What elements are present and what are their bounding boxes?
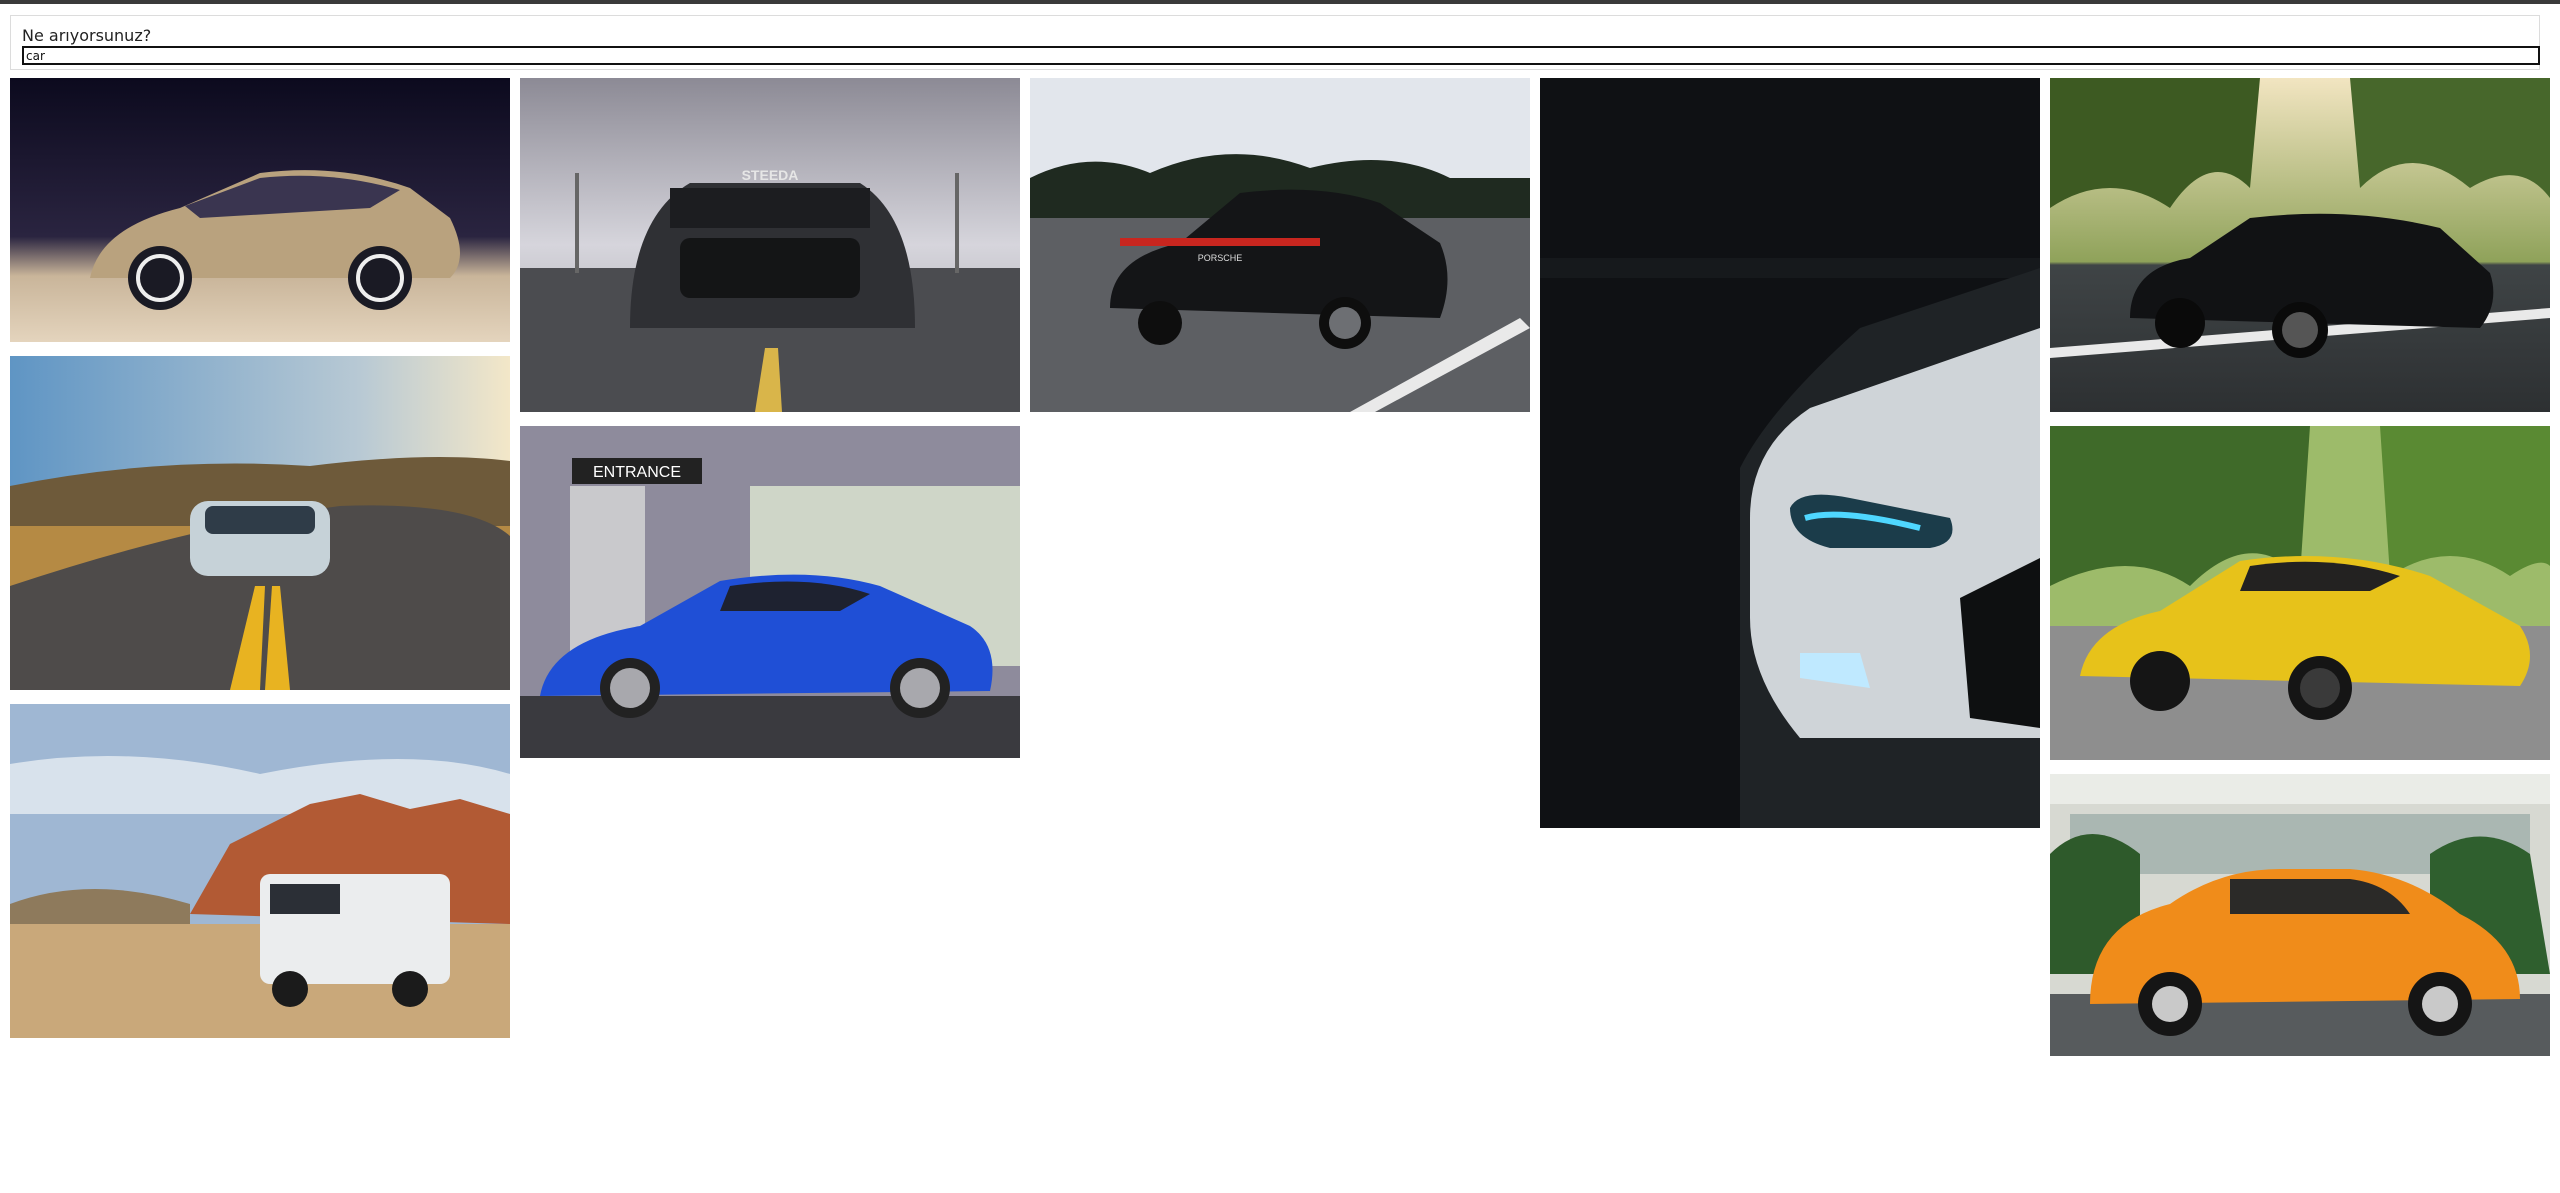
blue-coupe-entrance-photo[interactable]: ENTRANCE [520, 426, 1020, 758]
black-mustang-parking-photo[interactable] [2050, 78, 2550, 412]
nissan-gtr-road-photo[interactable] [10, 356, 510, 690]
search-label: Ne arıyorsunuz? [22, 26, 152, 45]
concept-sketch-car-photo[interactable] [10, 78, 510, 342]
svg-text:STEEDA: STEEDA [742, 167, 799, 183]
porsche-panamera-photo[interactable]: PORSCHE [1030, 78, 1530, 412]
search-input[interactable] [22, 46, 2540, 65]
top-border-bar [0, 0, 2560, 4]
orange-beetle-photo[interactable] [2050, 774, 2550, 1056]
black-mustang-front-photo[interactable]: STEEDA [520, 78, 1020, 412]
svg-text:ENTRANCE: ENTRANCE [593, 464, 681, 481]
white-suv-desert-photo[interactable] [10, 704, 510, 1038]
svg-text:PORSCHE: PORSCHE [1198, 253, 1243, 263]
search-panel: Ne arıyorsunuz? [10, 15, 2540, 70]
audi-headlight-photo[interactable] [1540, 78, 2040, 828]
yellow-lamborghini-photo[interactable] [2050, 426, 2550, 760]
